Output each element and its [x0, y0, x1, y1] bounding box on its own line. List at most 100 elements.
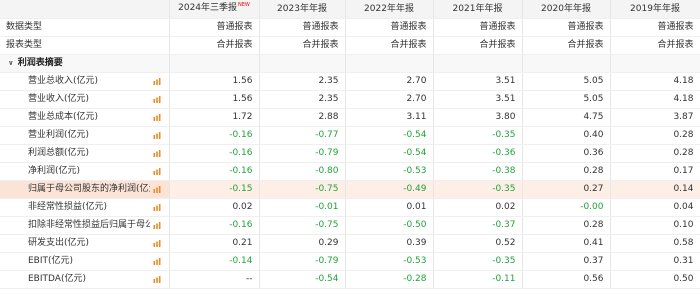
bar-chart-icon[interactable]: [153, 204, 161, 211]
value-cell: -0.37: [433, 216, 523, 235]
value-cell: 4.75: [522, 108, 611, 127]
value-cell: 0.02: [169, 198, 260, 217]
value-cell: 3.51: [433, 90, 523, 109]
table-row: 扣除非经常性损益后归属于母公司...-0.16-0.75-0.50-0.370.…: [0, 216, 700, 235]
value-cell: 4.18: [610, 72, 700, 91]
table-header: 2024年三季报NEW 2023年年报 2022年年报 2021年年报 2020年年报 2…: [0, 0, 700, 19]
bar-chart-icon[interactable]: [153, 276, 161, 283]
table-row: 净利润(亿元) -0.16 -0.80 -0.53 -0.38 0.28 0.17: [0, 162, 700, 181]
value-cell: -0.38: [433, 162, 523, 181]
period-label: 2019年年报: [630, 3, 680, 14]
value-cell: 0.28: [522, 216, 611, 235]
value-cell: -0.79: [259, 144, 346, 163]
value-cell: 0.28: [610, 144, 700, 163]
value-cell: 3.87: [610, 108, 700, 127]
meta-cell: 合并报表: [522, 36, 611, 55]
value-cell: 0.52: [433, 234, 523, 253]
value-cell: 0.02: [433, 198, 523, 217]
value-cell: -0.80: [259, 162, 346, 181]
value-cell: -0.14: [169, 252, 260, 271]
value-cell: -0.77: [259, 126, 346, 145]
period-header-row: 2024年三季报NEW 2023年年报 2022年年报 2021年年报 2020年年报 2…: [0, 0, 700, 19]
row-label: EBITDA(亿元): [28, 274, 86, 284]
bar-chart-icon[interactable]: [153, 168, 161, 175]
period-header[interactable]: 2020年年报: [522, 0, 611, 19]
row-label: 营业利润(亿元): [28, 130, 90, 140]
section-row[interactable]: ∨ 利润表摘要: [0, 54, 700, 73]
section-empty-cell: [259, 54, 346, 73]
value-cell: 0.41: [522, 234, 611, 253]
value-cell: -0.15: [169, 180, 260, 199]
value-cell: -0.01: [259, 198, 346, 217]
value-cell: 2.35: [259, 90, 346, 109]
row-label-cell: 净利润(亿元): [0, 162, 170, 181]
bar-chart-icon[interactable]: [153, 132, 161, 139]
value-cell: 0.56: [522, 270, 611, 289]
value-cell: -0.54: [345, 144, 434, 163]
value-cell: 0.40: [522, 126, 611, 145]
period-label: 2021年年报: [452, 3, 503, 14]
bar-chart-icon[interactable]: [153, 186, 161, 193]
period-header[interactable]: 2022年年报: [345, 0, 434, 19]
section-title[interactable]: ∨ 利润表摘要: [0, 54, 170, 73]
table-row: 营业利润(亿元) -0.16 -0.77 -0.54 -0.35 0.40 0.28: [0, 126, 700, 145]
meta-cell: 普通报表: [259, 18, 346, 37]
row-label-cell: EBITDA(亿元): [0, 270, 170, 289]
value-cell: 0.29: [259, 234, 346, 253]
row-label-cell: 营业利润(亿元): [0, 126, 170, 145]
value-cell: 1.56: [169, 90, 260, 109]
meta-cell: 合并报表: [259, 36, 346, 55]
value-cell: -0.54: [259, 270, 346, 289]
value-cell: 3.80: [433, 108, 523, 127]
period-header[interactable]: 2019年年报: [610, 0, 700, 19]
row-label-cell: 研发支出(亿元): [0, 234, 170, 253]
value-cell: 0.58: [610, 234, 700, 253]
meta-cell: 合并报表: [169, 36, 260, 55]
bar-chart-icon[interactable]: [153, 78, 161, 85]
value-cell: -0.53: [345, 162, 434, 181]
table-row: 利润总额(亿元) -0.16 -0.79 -0.54 -0.36 0.36 0.28: [0, 144, 700, 163]
period-header[interactable]: 2023年年报: [259, 0, 346, 19]
table-body: 数据类型 普通报表 普通报表 普通报表 普通报表 普通报表 普通报表 报表类型 合并报表 合并报表…: [0, 18, 700, 289]
meta-cell: 普通报表: [169, 18, 260, 37]
table-row: EBITDA(亿元) -- -0.54 -0.28 -0.11 0.56 0.50: [0, 270, 700, 289]
value-cell: 2.88: [259, 108, 346, 127]
value-cell: 5.05: [522, 90, 611, 109]
value-cell: -0.16: [169, 144, 260, 163]
value-cell: 0.10: [610, 216, 700, 235]
table-row: EBIT(亿元) -0.14 -0.79 -0.53 -0.35 0.37 0.31: [0, 252, 700, 271]
bar-chart-icon[interactable]: [153, 96, 161, 103]
value-cell: -0.16: [169, 126, 260, 145]
value-cell: 0.28: [610, 126, 700, 145]
value-cell: -0.36: [433, 144, 523, 163]
value-cell: 0.04: [610, 198, 700, 217]
value-cell: -0.16: [169, 162, 260, 181]
value-cell: -0.49: [345, 180, 434, 199]
bar-chart-icon[interactable]: [153, 258, 161, 265]
value-cell: -0.75: [259, 180, 346, 199]
meta-cell: 普通报表: [610, 18, 700, 37]
row-label: 研发支出(亿元): [28, 238, 90, 248]
row-label-cell: 扣除非经常性损益后归属于母公司...: [0, 216, 170, 235]
bar-chart-icon[interactable]: [153, 150, 161, 157]
value-cell: 1.72: [169, 108, 260, 127]
value-cell: -0.79: [259, 252, 346, 271]
chevron-down-icon[interactable]: ∨: [8, 55, 14, 72]
value-cell: 1.56: [169, 72, 260, 91]
row-label-cell: 归属于母公司股东的净利润(亿元): [0, 180, 170, 199]
meta-cell: 合并报表: [610, 36, 700, 55]
value-cell: -0.54: [345, 126, 434, 145]
table-row: 营业收入(亿元) 1.56 2.35 2.70 3.51 5.05 4.18: [0, 90, 700, 109]
row-label-cell: 非经常性损益(亿元): [0, 198, 170, 217]
row-label: 扣除非经常性损益后归属于母公司...: [28, 220, 150, 230]
value-cell: 3.11: [345, 108, 434, 127]
section-empty-cell: [433, 54, 523, 73]
period-header[interactable]: 2021年年报: [433, 0, 523, 19]
period-header[interactable]: 2024年三季报NEW: [169, 0, 260, 19]
new-badge: NEW: [238, 2, 250, 8]
bar-chart-icon[interactable]: [153, 240, 161, 247]
bar-chart-icon[interactable]: [153, 222, 161, 229]
row-label-cell: 营业总收入(亿元): [0, 72, 170, 91]
bar-chart-icon[interactable]: [153, 114, 161, 121]
value-cell: -0.50: [345, 216, 434, 235]
